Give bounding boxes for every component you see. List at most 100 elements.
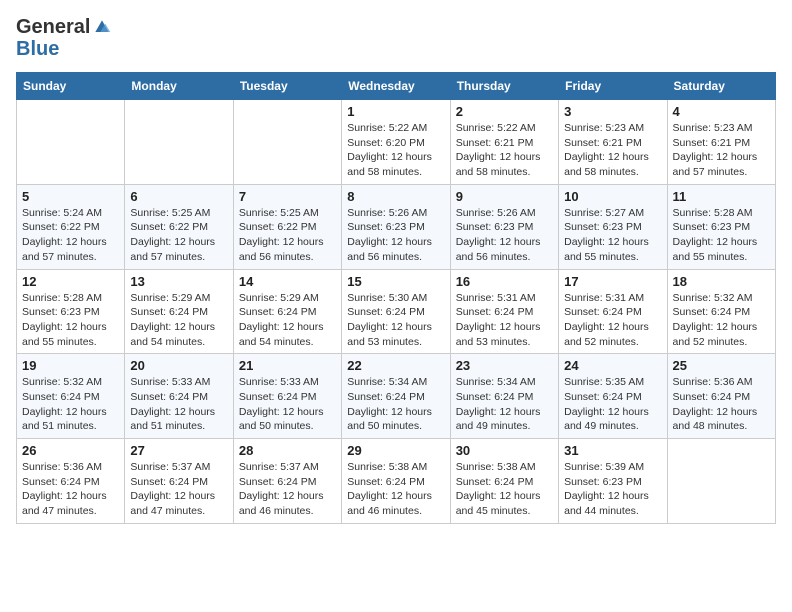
calendar-cell: 30 Sunrise: 5:38 AMSunset: 6:24 PMDayligh… bbox=[450, 439, 558, 524]
day-info: Sunrise: 5:37 AMSunset: 6:24 PMDaylight:… bbox=[130, 460, 227, 519]
day-number: 14 bbox=[239, 274, 336, 289]
day-number: 20 bbox=[130, 358, 227, 373]
calendar-cell: 7Sunrise: 5:25 AMSunset: 6:22 PMDaylight… bbox=[233, 184, 341, 269]
day-info: Sunrise: 5:31 AMSunset: 6:24 PMDaylight:… bbox=[456, 291, 553, 350]
day-info: Sunrise: 5:33 AMSunset: 6:24 PMDaylight:… bbox=[130, 375, 227, 434]
logo-text: General bbox=[16, 16, 90, 38]
calendar-cell: 11 Sunrise: 5:28 AMSunset: 6:23 PMDayligh… bbox=[667, 184, 775, 269]
day-number: 23 bbox=[456, 358, 553, 373]
day-info: Sunrise: 5:37 AMSunset: 6:24 PMDaylight:… bbox=[239, 460, 336, 519]
day-number: 17 bbox=[564, 274, 661, 289]
day-number: 2 bbox=[456, 104, 553, 119]
day-number: 13 bbox=[130, 274, 227, 289]
day-info: Sunrise: 5:28 AMSunset: 6:23 PMDaylight:… bbox=[22, 291, 119, 350]
day-number: 30 bbox=[456, 443, 553, 458]
calendar-cell: 10 Sunrise: 5:27 AMSunset: 6:23 PMDayligh… bbox=[559, 184, 667, 269]
day-number: 29 bbox=[347, 443, 444, 458]
day-info: Sunrise: 5:22 AMSunset: 6:21 PMDaylight:… bbox=[456, 121, 553, 180]
weekday-header: Friday bbox=[559, 73, 667, 100]
calendar-cell: 12Sunrise: 5:28 AMSunset: 6:23 PMDayligh… bbox=[17, 269, 125, 354]
day-info: Sunrise: 5:28 AMSunset: 6:23 PMDaylight:… bbox=[673, 206, 770, 265]
day-number: 8 bbox=[347, 189, 444, 204]
logo: General Blue bbox=[16, 16, 112, 60]
calendar-week: 5 Sunrise: 5:24 AMSunset: 6:22 PMDaylight… bbox=[17, 184, 776, 269]
day-number: 3 bbox=[564, 104, 661, 119]
page-header: General Blue bbox=[16, 16, 776, 60]
day-number: 27 bbox=[130, 443, 227, 458]
calendar-cell: 29 Sunrise: 5:38 AMSunset: 6:24 PMDayligh… bbox=[342, 439, 450, 524]
weekday-header: Tuesday bbox=[233, 73, 341, 100]
day-number: 9 bbox=[456, 189, 553, 204]
day-info: Sunrise: 5:31 AMSunset: 6:24 PMDaylight:… bbox=[564, 291, 661, 350]
calendar-cell: 19 Sunrise: 5:32 AMSunset: 6:24 PMDayligh… bbox=[17, 354, 125, 439]
calendar-cell: 6Sunrise: 5:25 AMSunset: 6:22 PMDaylight… bbox=[125, 184, 233, 269]
day-info: Sunrise: 5:38 AMSunset: 6:24 PMDaylight:… bbox=[347, 460, 444, 519]
day-info: Sunrise: 5:23 AMSunset: 6:21 PMDaylight:… bbox=[564, 121, 661, 180]
day-info: Sunrise: 5:36 AMSunset: 6:24 PMDaylight:… bbox=[673, 375, 770, 434]
day-number: 19 bbox=[22, 358, 119, 373]
calendar-cell: 22 Sunrise: 5:34 AMSunset: 6:24 PMDayligh… bbox=[342, 354, 450, 439]
day-info: Sunrise: 5:32 AMSunset: 6:24 PMDaylight:… bbox=[22, 375, 119, 434]
calendar-week: 26 Sunrise: 5:36 AMSunset: 6:24 PMDayligh… bbox=[17, 439, 776, 524]
calendar-cell: 15 Sunrise: 5:30 AMSunset: 6:24 PMDayligh… bbox=[342, 269, 450, 354]
calendar-header: SundayMondayTuesdayWednesdayThursdayFrid… bbox=[17, 73, 776, 100]
day-number: 16 bbox=[456, 274, 553, 289]
calendar-cell: 23 Sunrise: 5:34 AMSunset: 6:24 PMDayligh… bbox=[450, 354, 558, 439]
day-info: Sunrise: 5:23 AMSunset: 6:21 PMDaylight:… bbox=[673, 121, 770, 180]
weekday-header: Sunday bbox=[17, 73, 125, 100]
calendar-cell bbox=[125, 100, 233, 185]
day-number: 15 bbox=[347, 274, 444, 289]
calendar-cell: 3 Sunrise: 5:23 AMSunset: 6:21 PMDaylight… bbox=[559, 100, 667, 185]
calendar-cell: 31Sunrise: 5:39 AMSunset: 6:23 PMDayligh… bbox=[559, 439, 667, 524]
calendar-cell: 13 Sunrise: 5:29 AMSunset: 6:24 PMDayligh… bbox=[125, 269, 233, 354]
calendar-cell: 25 Sunrise: 5:36 AMSunset: 6:24 PMDayligh… bbox=[667, 354, 775, 439]
day-info: Sunrise: 5:30 AMSunset: 6:24 PMDaylight:… bbox=[347, 291, 444, 350]
day-number: 26 bbox=[22, 443, 119, 458]
calendar-week: 12Sunrise: 5:28 AMSunset: 6:23 PMDayligh… bbox=[17, 269, 776, 354]
calendar-cell: 9 Sunrise: 5:26 AMSunset: 6:23 PMDaylight… bbox=[450, 184, 558, 269]
day-number: 18 bbox=[673, 274, 770, 289]
day-info: Sunrise: 5:34 AMSunset: 6:24 PMDaylight:… bbox=[456, 375, 553, 434]
day-info: Sunrise: 5:22 AMSunset: 6:20 PMDaylight:… bbox=[347, 121, 444, 180]
day-info: Sunrise: 5:38 AMSunset: 6:24 PMDaylight:… bbox=[456, 460, 553, 519]
day-info: Sunrise: 5:39 AMSunset: 6:23 PMDaylight:… bbox=[564, 460, 661, 519]
day-number: 24 bbox=[564, 358, 661, 373]
day-info: Sunrise: 5:34 AMSunset: 6:24 PMDaylight:… bbox=[347, 375, 444, 434]
calendar-cell bbox=[233, 100, 341, 185]
day-info: Sunrise: 5:27 AMSunset: 6:23 PMDaylight:… bbox=[564, 206, 661, 265]
calendar-cell bbox=[667, 439, 775, 524]
calendar-cell: 8 Sunrise: 5:26 AMSunset: 6:23 PMDaylight… bbox=[342, 184, 450, 269]
calendar-table: SundayMondayTuesdayWednesdayThursdayFrid… bbox=[16, 72, 776, 524]
calendar-cell: 24 Sunrise: 5:35 AMSunset: 6:24 PMDayligh… bbox=[559, 354, 667, 439]
day-number: 22 bbox=[347, 358, 444, 373]
calendar-cell: 28 Sunrise: 5:37 AMSunset: 6:24 PMDayligh… bbox=[233, 439, 341, 524]
calendar-cell: 16 Sunrise: 5:31 AMSunset: 6:24 PMDayligh… bbox=[450, 269, 558, 354]
day-info: Sunrise: 5:24 AMSunset: 6:22 PMDaylight:… bbox=[22, 206, 119, 265]
calendar-cell: 27 Sunrise: 5:37 AMSunset: 6:24 PMDayligh… bbox=[125, 439, 233, 524]
day-info: Sunrise: 5:26 AMSunset: 6:23 PMDaylight:… bbox=[347, 206, 444, 265]
day-number: 25 bbox=[673, 358, 770, 373]
calendar-cell: 21Sunrise: 5:33 AMSunset: 6:24 PMDayligh… bbox=[233, 354, 341, 439]
day-number: 5 bbox=[22, 189, 119, 204]
weekday-header: Thursday bbox=[450, 73, 558, 100]
calendar-cell: 20 Sunrise: 5:33 AMSunset: 6:24 PMDayligh… bbox=[125, 354, 233, 439]
day-info: Sunrise: 5:26 AMSunset: 6:23 PMDaylight:… bbox=[456, 206, 553, 265]
day-info: Sunrise: 5:29 AMSunset: 6:24 PMDaylight:… bbox=[130, 291, 227, 350]
calendar-cell: 26 Sunrise: 5:36 AMSunset: 6:24 PMDayligh… bbox=[17, 439, 125, 524]
day-number: 1 bbox=[347, 104, 444, 119]
day-info: Sunrise: 5:25 AMSunset: 6:22 PMDaylight:… bbox=[130, 206, 227, 265]
day-info: Sunrise: 5:32 AMSunset: 6:24 PMDaylight:… bbox=[673, 291, 770, 350]
day-info: Sunrise: 5:35 AMSunset: 6:24 PMDaylight:… bbox=[564, 375, 661, 434]
weekday-header: Saturday bbox=[667, 73, 775, 100]
day-number: 28 bbox=[239, 443, 336, 458]
calendar-cell: 2 Sunrise: 5:22 AMSunset: 6:21 PMDaylight… bbox=[450, 100, 558, 185]
day-info: Sunrise: 5:36 AMSunset: 6:24 PMDaylight:… bbox=[22, 460, 119, 519]
calendar-week: 19 Sunrise: 5:32 AMSunset: 6:24 PMDayligh… bbox=[17, 354, 776, 439]
weekday-header: Monday bbox=[125, 73, 233, 100]
calendar-week: 1 Sunrise: 5:22 AMSunset: 6:20 PMDaylight… bbox=[17, 100, 776, 185]
calendar-cell: 14Sunrise: 5:29 AMSunset: 6:24 PMDayligh… bbox=[233, 269, 341, 354]
day-number: 21 bbox=[239, 358, 336, 373]
day-number: 10 bbox=[564, 189, 661, 204]
day-number: 11 bbox=[673, 189, 770, 204]
day-number: 7 bbox=[239, 189, 336, 204]
